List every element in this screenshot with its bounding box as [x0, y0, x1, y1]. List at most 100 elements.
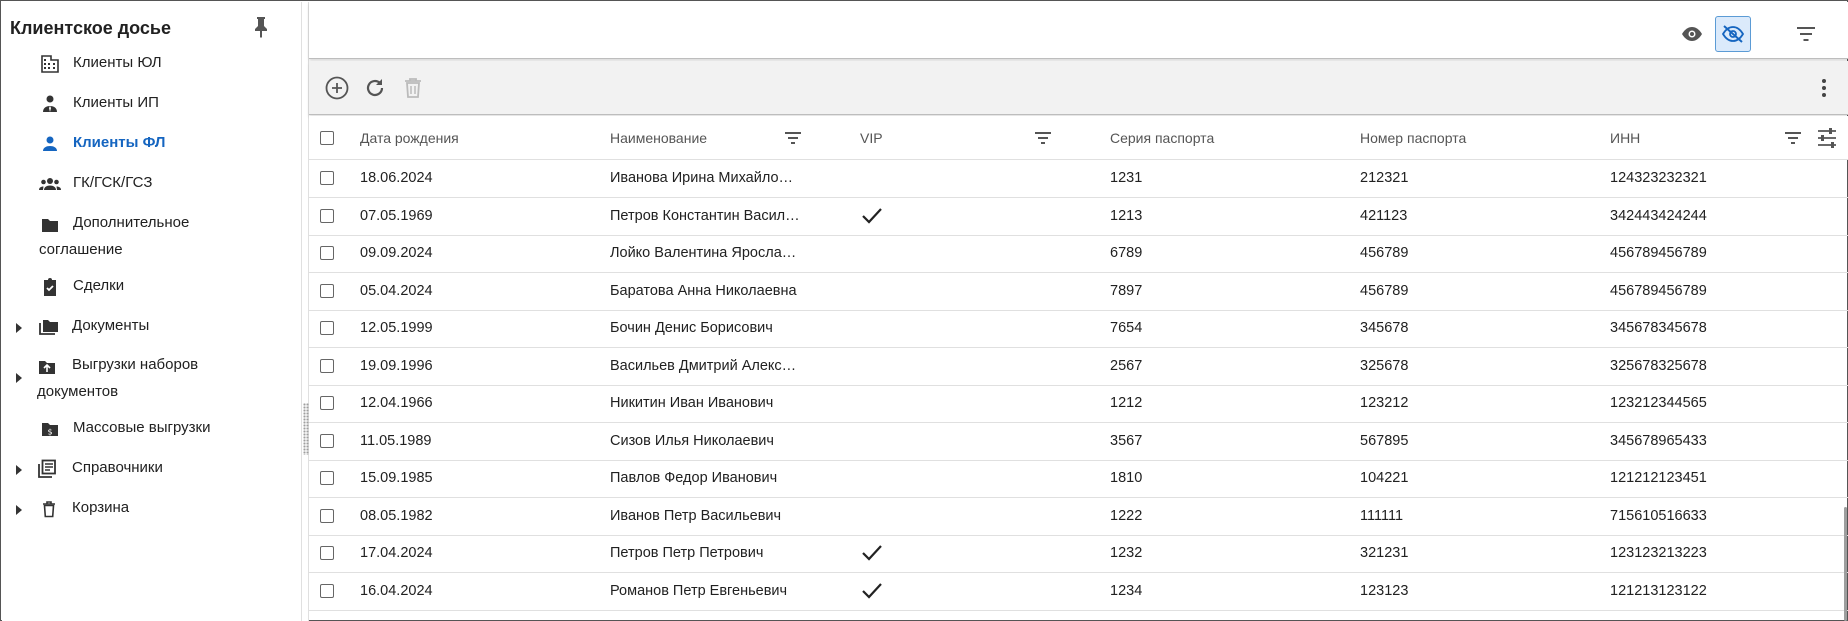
pin-icon[interactable] — [251, 15, 271, 39]
cell-name: Иванов Петр Васильевич — [610, 507, 782, 524]
row-checkbox[interactable] — [320, 508, 334, 523]
expand-caret-icon[interactable] — [14, 321, 24, 333]
cell-passport-number: 321231 — [1360, 545, 1409, 561]
top-bar — [309, 2, 1848, 59]
table-row[interactable]: 12.05.1999 Бочин Денис Борисович 7654 34567… — [309, 310, 1848, 348]
trash-icon — [39, 499, 59, 519]
sidebar-title: Клиентское досье — [10, 18, 172, 38]
row-checkbox[interactable] — [320, 246, 334, 260]
cell-name: Сизов Илья Николаевич — [610, 432, 774, 449]
column-header-passport-number[interactable]: Номер паспорта — [1360, 116, 1466, 160]
folders-icon — [38, 317, 58, 337]
table-row[interactable]: 12.04.1966 Никитин Иван Иванович 1212 12321… — [309, 385, 1848, 423]
sidebar-item-label: ГК/ГСК/ГСЗ — [73, 174, 153, 191]
cell-inn: 345678345678 — [1610, 320, 1707, 336]
table-row[interactable]: 16.04.2024 Романов Петр Евгеньевич 1234 123… — [309, 573, 1848, 611]
cell-passport-number: 456789 — [1360, 245, 1409, 261]
cell-passport-series: 6789 — [1110, 245, 1143, 261]
cell-passport-series: 1810 — [1110, 470, 1143, 486]
table-header: Дата рождения Наименование VIP Серия пас… — [309, 116, 1848, 160]
column-filter-icon[interactable] — [1783, 128, 1803, 148]
table-body: 18.06.2024 Иванова Ирина Михайловна 1231 21… — [309, 160, 1848, 621]
expand-caret-icon[interactable] — [14, 503, 24, 515]
row-checkbox[interactable] — [320, 546, 334, 560]
folder-dollar-icon: $ — [40, 419, 60, 439]
select-all-checkbox[interactable] — [320, 131, 334, 145]
cell-inn: 123212344565 — [1610, 395, 1707, 411]
sidebar-item-reference-books[interactable]: Справочники — [2, 457, 301, 481]
eye-off-icon[interactable] — [1715, 16, 1751, 52]
sidebar-item-label: Сделки — [73, 277, 125, 294]
column-header-dob[interactable]: Дата рождения — [360, 116, 459, 160]
column-header-inn[interactable]: ИНН — [1610, 116, 1640, 160]
sidebar-item-trash[interactable]: Корзина — [2, 497, 301, 521]
row-checkbox[interactable] — [320, 208, 334, 223]
column-header-vip[interactable]: VIP — [860, 116, 883, 160]
panel-splitter[interactable] — [301, 2, 309, 621]
sidebar-item-label: Массовые выгрузки — [73, 419, 211, 436]
table-row[interactable]: 15.09.1985 Павлов Федор Иванович 1810 10422… — [309, 460, 1848, 498]
refresh-icon[interactable] — [359, 72, 391, 104]
sidebar-item-additional-agreement[interactable]: Дополнительное соглашение — [2, 212, 301, 264]
table-row[interactable]: 17.04.2024 Петров Петр Петрович 1232 321231… — [309, 535, 1848, 573]
cell-inn: 121212123451 — [1610, 470, 1707, 486]
vertical-scrollbar[interactable] — [1844, 507, 1847, 621]
table-row[interactable]: 08.05.1982 Иванов Петр Васильевич 1222 1111… — [309, 498, 1848, 536]
sidebar-item-mass-exports[interactable]: $ Массовые выгрузки — [2, 417, 301, 441]
sidebar-item-groups[interactable]: ГК/ГСК/ГСЗ — [2, 172, 301, 196]
row-checkbox[interactable] — [320, 283, 334, 298]
column-header-name[interactable]: Наименование — [610, 116, 707, 160]
cell-passport-number: 123123 — [1360, 582, 1409, 599]
cell-passport-series: 2567 — [1110, 357, 1143, 374]
eye-icon[interactable] — [1674, 16, 1710, 52]
delete-icon[interactable] — [397, 72, 429, 104]
row-checkbox[interactable] — [320, 358, 334, 373]
cell-dob: 17.04.2024 — [360, 545, 433, 561]
sidebar-item-clients-ip[interactable]: Клиенты ИП — [2, 92, 301, 116]
column-header-passport-series[interactable]: Серия паспорта — [1110, 116, 1214, 160]
sidebar-item-clients-ul[interactable]: Клиенты ЮЛ — [2, 52, 301, 76]
person-tie-icon — [40, 94, 60, 114]
table-row[interactable]: 07.05.1969 Петров Константин Васильевич 12… — [309, 198, 1848, 236]
cell-inn: 325678325678 — [1610, 357, 1707, 374]
cell-passport-series: 7654 — [1110, 320, 1143, 336]
table-row[interactable]: 11.05.1989 Сизов Илья Николаевич 3567 56789… — [309, 423, 1848, 461]
cell-dob: 07.05.1969 — [360, 207, 433, 224]
column-filter-icon[interactable] — [1033, 128, 1053, 148]
sidebar-item-documents[interactable]: Документы — [2, 315, 301, 339]
table-row[interactable]: 09.09.2024 Лойко Валентина Ярославовна 678… — [309, 235, 1848, 273]
cell-name: Петров Петр Петрович — [610, 545, 764, 561]
table-row[interactable]: 19.09.1996 Васильев Дмитрий Алексеевич 256… — [309, 348, 1848, 386]
column-filter-icon[interactable] — [783, 128, 803, 148]
sidebar-item-document-set-exports[interactable]: Выгрузки наборов документов — [2, 354, 301, 406]
cell-passport-number: 123212 — [1360, 395, 1409, 411]
expand-caret-icon[interactable] — [14, 371, 24, 383]
sidebar-item-clients-fl[interactable]: Клиенты ФЛ — [2, 132, 301, 156]
table-row[interactable]: 05.04.2024 Баратова Анна Николаевна 7897 45… — [309, 273, 1848, 311]
building-icon — [40, 54, 60, 74]
add-circle-icon[interactable] — [321, 72, 353, 104]
filter-icon[interactable] — [1788, 16, 1824, 52]
cell-inn: 345678965433 — [1610, 432, 1707, 449]
row-checkbox[interactable] — [320, 171, 334, 185]
cell-passport-number: 567895 — [1360, 432, 1409, 449]
cell-name: Лойко Валентина Ярославовна — [610, 245, 800, 261]
cell-name: Иванова Ирина Михайловна — [610, 170, 800, 186]
table-row[interactable]: 18.06.2024 Иванова Ирина Михайловна 1231 21… — [309, 160, 1848, 198]
row-checkbox[interactable] — [320, 396, 334, 410]
sidebar-item-deals[interactable]: Сделки — [2, 275, 301, 299]
expand-caret-icon[interactable] — [14, 463, 24, 475]
more-vert-icon[interactable] — [1808, 72, 1840, 104]
cell-inn: 456789456789 — [1610, 282, 1707, 299]
row-checkbox[interactable] — [320, 471, 334, 485]
cell-passport-series: 7897 — [1110, 282, 1143, 299]
vip-check-icon — [861, 581, 883, 601]
svg-text:$: $ — [47, 428, 52, 437]
cell-inn: 124323232321 — [1610, 170, 1707, 186]
sidebar-item-label: Дополнительное — [73, 214, 190, 231]
table-toolbar — [309, 61, 1848, 115]
column-settings-icon[interactable] — [1815, 126, 1839, 150]
row-checkbox[interactable] — [320, 433, 334, 448]
row-checkbox[interactable] — [320, 583, 334, 598]
row-checkbox[interactable] — [320, 321, 334, 335]
